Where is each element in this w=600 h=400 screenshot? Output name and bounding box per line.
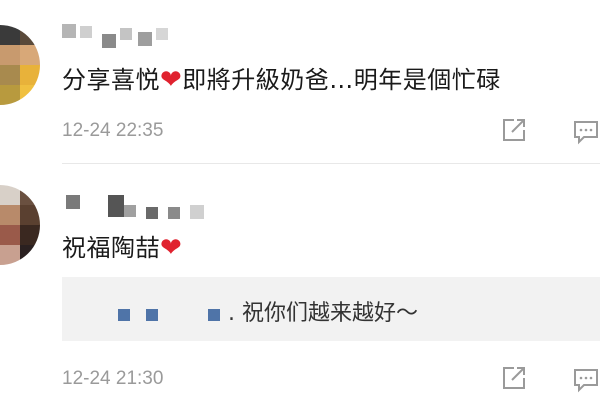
share-icon[interactable] bbox=[500, 116, 528, 144]
reply-username-obscured bbox=[146, 309, 158, 321]
reply-username-obscured bbox=[118, 309, 130, 321]
comment-text: 祝福陶喆❤ bbox=[62, 233, 183, 263]
comment-item: 分享喜悦❤即將升級奶爸…明年是個忙碌 12-24 22:35 bbox=[0, 0, 600, 165]
heart-emoji-icon: ❤ bbox=[160, 65, 183, 95]
comment-timestamp: 12-24 22:35 bbox=[62, 120, 164, 141]
reply-text: . 祝你们越来越好～ bbox=[228, 301, 418, 326]
avatar[interactable] bbox=[0, 185, 40, 265]
reply-username-obscured bbox=[208, 309, 220, 321]
divider bbox=[62, 163, 600, 164]
comment-icon[interactable] bbox=[572, 366, 600, 394]
share-icon[interactable] bbox=[500, 364, 528, 392]
comment-item: 祝福陶喆❤ . 祝你们越来越好～ 12-24 21:30 bbox=[0, 170, 600, 400]
reply-preview[interactable]: . 祝你们越来越好～ bbox=[62, 277, 600, 341]
avatar[interactable] bbox=[0, 25, 40, 105]
comment-text: 分享喜悦❤即將升級奶爸…明年是個忙碌 bbox=[62, 65, 501, 95]
comment-timestamp: 12-24 21:30 bbox=[62, 368, 164, 389]
comment-icon[interactable] bbox=[572, 118, 600, 146]
username-obscured[interactable] bbox=[62, 195, 212, 225]
username-obscured[interactable] bbox=[62, 20, 192, 50]
heart-emoji-icon: ❤ bbox=[160, 233, 183, 263]
